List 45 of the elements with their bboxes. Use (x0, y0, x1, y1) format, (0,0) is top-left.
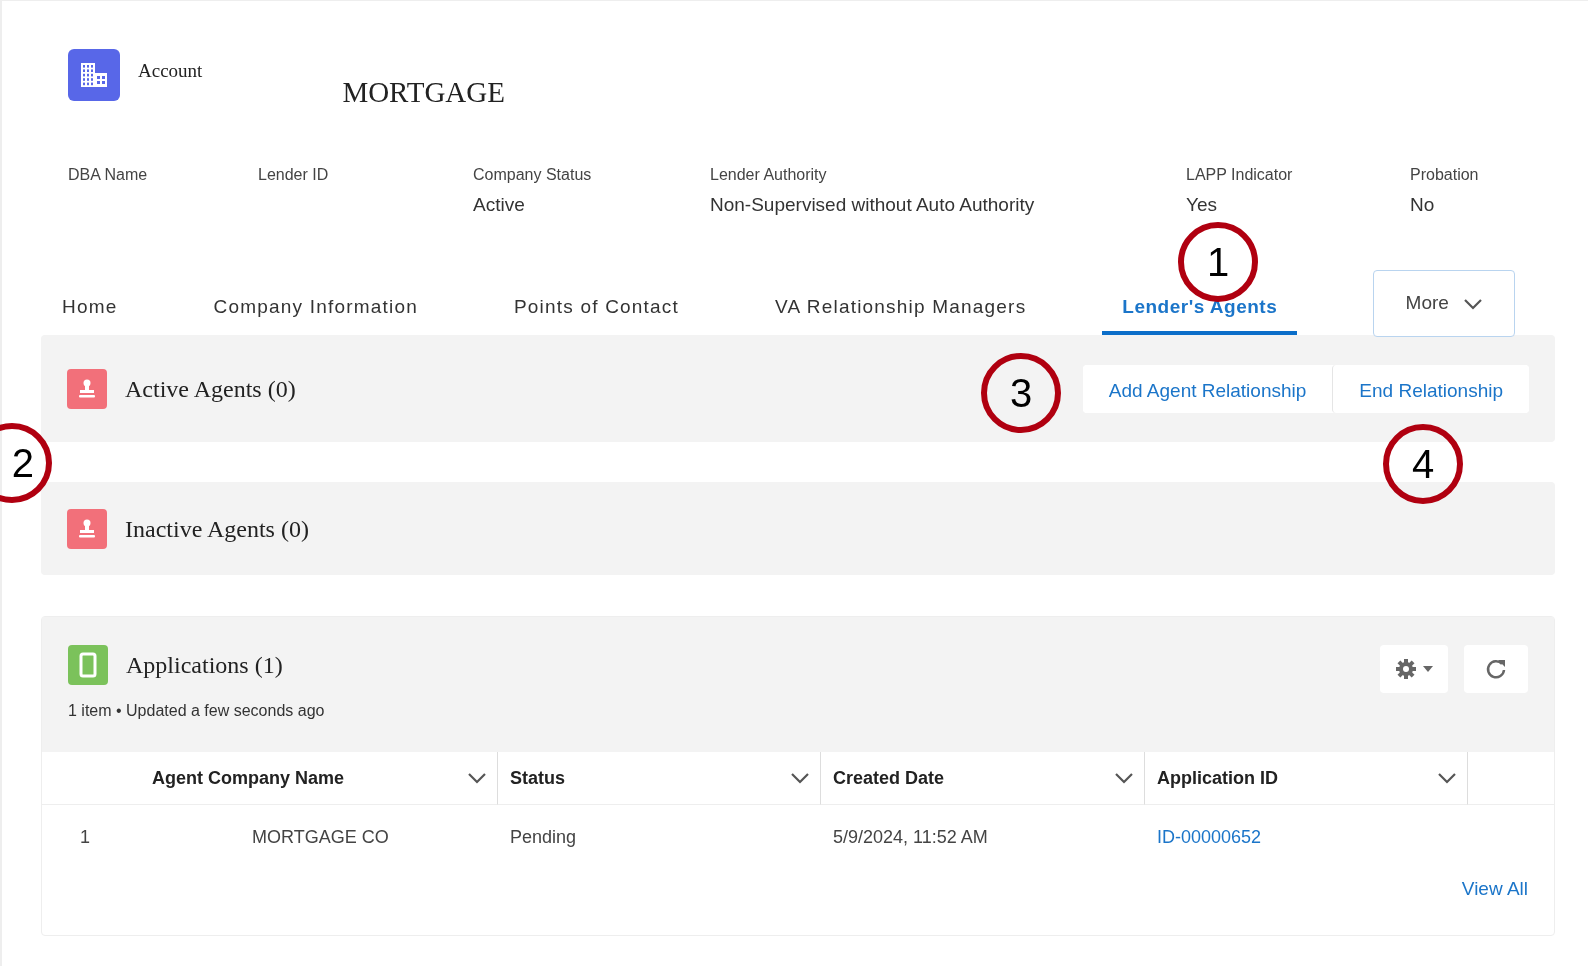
field-label: Company Status (473, 165, 593, 185)
section-title: Inactive Agents (0) (125, 514, 309, 544)
column-header[interactable]: Status (498, 752, 821, 805)
table-cell-text: Pending (510, 825, 577, 849)
refresh-icon (1485, 658, 1507, 680)
callout-badge: 3 (981, 353, 1061, 433)
record-title: MORTGAGE (342, 75, 505, 110)
more-button[interactable]: More (1373, 270, 1516, 337)
account-icon (68, 49, 120, 101)
field-label: Probation (1410, 165, 1480, 185)
chevron-down-icon (1462, 297, 1483, 310)
record-link[interactable]: ID-00000652 (1157, 823, 1262, 851)
settings-button[interactable] (1380, 645, 1448, 693)
table-cell-text: MORTGAGE CO (252, 825, 389, 849)
column-header[interactable]: Agent Company Name (152, 752, 498, 805)
callout-badge: 2 (0, 423, 52, 503)
column-header[interactable]: Application ID (1145, 752, 1468, 805)
field-value: Yes (1186, 193, 1218, 217)
field-value: Non-Supervised without Auto Authority (710, 193, 1036, 217)
row-number: 1 (80, 825, 90, 849)
view-all-link[interactable]: View All (1461, 875, 1528, 904)
tab[interactable]: VA Relationship Managers (755, 292, 1047, 335)
chevron-down-icon (467, 772, 487, 784)
chevron-down-icon (1114, 772, 1134, 784)
field-label: LAPP Indicator (1186, 165, 1294, 185)
field-value: Active (473, 193, 526, 217)
section-title: Active Agents (0) (125, 374, 296, 404)
tab[interactable]: Points of Contact (493, 292, 700, 335)
chevron-down-icon (1437, 772, 1457, 784)
field-label: Lender ID (258, 165, 330, 185)
section-title: Applications (1) (126, 651, 283, 680)
phone-icon (68, 645, 108, 685)
chevron-down-icon (790, 772, 810, 784)
refresh-button[interactable] (1464, 645, 1528, 693)
list-info: 1 item • Updated a few seconds ago (68, 701, 325, 721)
field-value: No (1410, 193, 1436, 217)
callout-badge: 4 (1383, 424, 1463, 504)
table-cell-text: 5/9/2024, 11:52 AM (833, 825, 988, 849)
field-label: Lender Authority (710, 165, 828, 185)
tab[interactable]: Company Information (193, 292, 438, 335)
caret-icon (1423, 666, 1433, 672)
tab[interactable]: Home (42, 292, 138, 335)
field-label: DBA Name (68, 165, 149, 185)
object-type-label: Account (138, 59, 203, 83)
column-header[interactable]: Created Date (821, 752, 1145, 805)
